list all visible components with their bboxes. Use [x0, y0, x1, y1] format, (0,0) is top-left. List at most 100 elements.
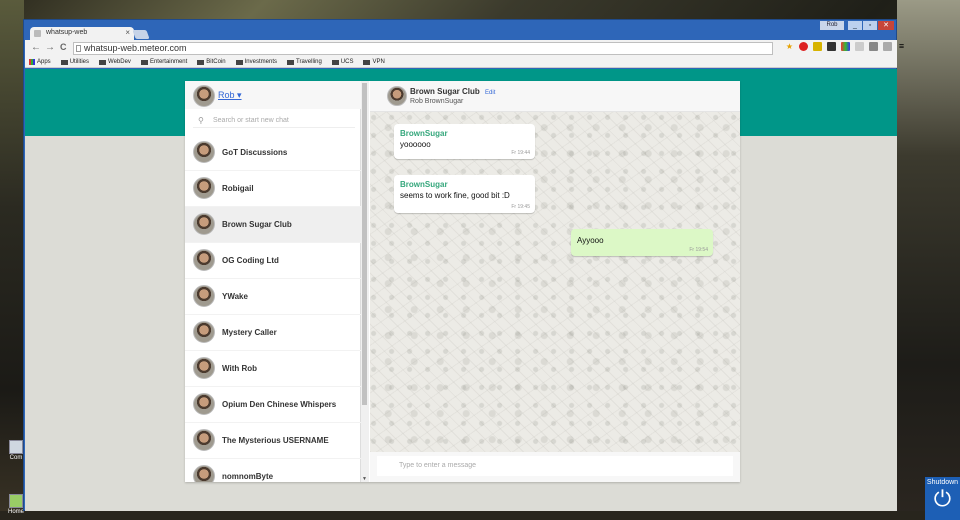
chat-list-item[interactable]: With Rob	[185, 351, 361, 387]
desktop-background-right	[897, 0, 960, 520]
bookmark-folder[interactable]: Entertainment	[140, 57, 188, 67]
avatar[interactable]	[387, 86, 407, 106]
folder-icon	[99, 59, 107, 65]
maximize-button[interactable]: ▫	[863, 21, 877, 30]
chat-list-item[interactable]: YWake	[185, 279, 361, 315]
profile-badge[interactable]: Rob	[820, 21, 844, 30]
desktop-icon-home[interactable]: Home	[8, 494, 24, 515]
browser-toolbar: ← → C whatsup-web.meteor.com ★ ≡	[25, 40, 904, 57]
bookmark-label: Entertainment	[149, 59, 188, 65]
browser-tab[interactable]: whatsup-web ×	[30, 27, 134, 40]
bookmark-apps[interactable]: Apps	[29, 57, 51, 67]
chat-list-item[interactable]: nomnomByte	[185, 459, 361, 482]
chat-name: Brown Sugar Club	[222, 220, 292, 229]
avatar	[193, 429, 215, 451]
bookmark-folder[interactable]: BitCoin	[197, 57, 226, 67]
message-bubble-incoming: BrownSugar seems to work fine, good bit …	[394, 175, 535, 213]
chat-app: Rob ▾ ⚲ Search or start new chat GoT Dis…	[185, 81, 740, 482]
bookmark-folder[interactable]: Investments	[235, 57, 277, 67]
bookmark-label: WebDev	[108, 59, 131, 65]
new-tab-button[interactable]	[132, 30, 150, 39]
chat-list-item[interactable]: Mystery Caller	[185, 315, 361, 351]
chat-name: Opium Den Chinese Whispers	[222, 400, 337, 409]
back-button[interactable]: ←	[31, 42, 41, 53]
message-composer: Type to enter a message	[370, 452, 740, 482]
extension-icon[interactable]	[813, 42, 822, 51]
menu-icon[interactable]: ≡	[897, 42, 906, 51]
address-bar[interactable]: whatsup-web.meteor.com	[73, 42, 773, 55]
message-area: BrownSugar yoooooo Fr 19:44 BrownSugar s…	[370, 112, 740, 452]
chat-list-item[interactable]: OG Coding Ltd	[185, 243, 361, 279]
message-bubble-outgoing: Ayyooo Fr 19:54	[571, 229, 713, 256]
chat-name: nomnomByte	[222, 472, 274, 481]
home-folder-icon	[9, 494, 23, 508]
avatar	[193, 321, 215, 343]
bookmark-folder[interactable]: WebDev	[99, 57, 131, 67]
avatar	[193, 249, 215, 271]
conversation-pane: Brown Sugar Club Edit Rob BrownSugar Bro…	[370, 81, 740, 482]
profile-header: Rob ▾	[185, 81, 361, 109]
scrollbar-thumb[interactable]	[362, 83, 367, 405]
window-controls: Rob _ ▫ ✕	[820, 21, 894, 30]
group-members: Rob BrownSugar	[410, 98, 464, 105]
profile-menu-link[interactable]: Rob ▾	[218, 90, 242, 101]
extension-icon[interactable]	[841, 42, 850, 51]
bookmark-label: VPN	[372, 59, 385, 65]
chat-name: With Rob	[222, 364, 258, 373]
chat-list-item[interactable]: Robigail	[185, 171, 361, 207]
browser-window: whatsup-web × Rob _ ▫ ✕ ← → C whatsup-we…	[23, 19, 904, 511]
edit-group-link[interactable]: Edit	[485, 90, 495, 96]
chat-name: YWake	[222, 292, 248, 301]
chat-list-item[interactable]: GoT Discussions	[185, 135, 361, 171]
extension-icon[interactable]	[869, 42, 878, 51]
bookmark-folder[interactable]: Utilities	[60, 57, 89, 67]
scroll-down-icon[interactable]: ▼	[362, 476, 367, 482]
extension-icon[interactable]	[827, 42, 836, 51]
chat-list-item[interactable]: The Mysterious USERNAME	[185, 423, 361, 459]
search-icon: ⚲	[198, 116, 204, 125]
conversation-title: Brown Sugar Club Edit	[410, 87, 495, 96]
group-name: Brown Sugar Club	[410, 87, 480, 96]
desktop-taskbar-strip	[0, 511, 960, 520]
bookmark-folder[interactable]: UCS	[331, 57, 353, 67]
chat-list-item[interactable]: Opium Den Chinese Whispers	[185, 387, 361, 423]
bookmark-star-icon[interactable]: ★	[785, 42, 794, 51]
chat-name: GoT Discussions	[222, 148, 288, 157]
bookmark-label: Travelling	[296, 59, 322, 65]
message-input[interactable]: Type to enter a message	[377, 456, 733, 476]
extension-icons: ★ ≡	[785, 42, 906, 51]
extension-icon[interactable]	[883, 42, 892, 51]
minimize-button[interactable]: _	[848, 21, 862, 30]
adblock-icon[interactable]	[799, 42, 808, 51]
shutdown-button[interactable]: Shutdown ⏻	[925, 477, 960, 520]
desktop-icon-computer[interactable]: Com	[8, 440, 24, 461]
reload-button[interactable]: C	[60, 42, 67, 52]
avatar[interactable]	[193, 85, 215, 107]
message-input-placeholder: Type to enter a message	[399, 462, 477, 469]
chat-name: OG Coding Ltd	[222, 256, 279, 265]
folder-icon	[235, 59, 243, 65]
message-text: Ayyooo	[577, 236, 604, 245]
close-window-button[interactable]: ✕	[878, 21, 894, 30]
sidebar-scrollbar[interactable]: ▼	[361, 81, 369, 482]
message-bubble-incoming: BrownSugar yoooooo Fr 19:44	[394, 124, 535, 159]
bookmark-folder[interactable]: Travelling	[287, 57, 322, 67]
message-text: yoooooo	[400, 140, 431, 149]
bookmark-label: BitCoin	[206, 59, 226, 65]
forward-button[interactable]: →	[45, 42, 55, 53]
apps-icon	[29, 59, 35, 65]
desktop-icon-label: Com	[9, 455, 23, 461]
chat-list: GoT Discussions Robigail Brown Sugar Clu…	[185, 135, 361, 482]
bookmark-label: Apps	[37, 59, 51, 65]
tab-title: whatsup-web	[46, 29, 88, 36]
bookmark-folder[interactable]: VPN	[363, 57, 385, 67]
extension-icon[interactable]	[855, 42, 864, 51]
tab-close-icon[interactable]: ×	[125, 28, 130, 37]
chat-sidebar: Rob ▾ ⚲ Search or start new chat GoT Dis…	[185, 81, 361, 482]
folder-icon	[60, 59, 68, 65]
search-placeholder: Search or start new chat	[213, 117, 289, 124]
search-input[interactable]: ⚲ Search or start new chat	[193, 114, 355, 128]
computer-icon	[9, 440, 23, 454]
chat-list-item-active[interactable]: Brown Sugar Club	[185, 207, 361, 243]
favicon-icon	[34, 30, 41, 37]
